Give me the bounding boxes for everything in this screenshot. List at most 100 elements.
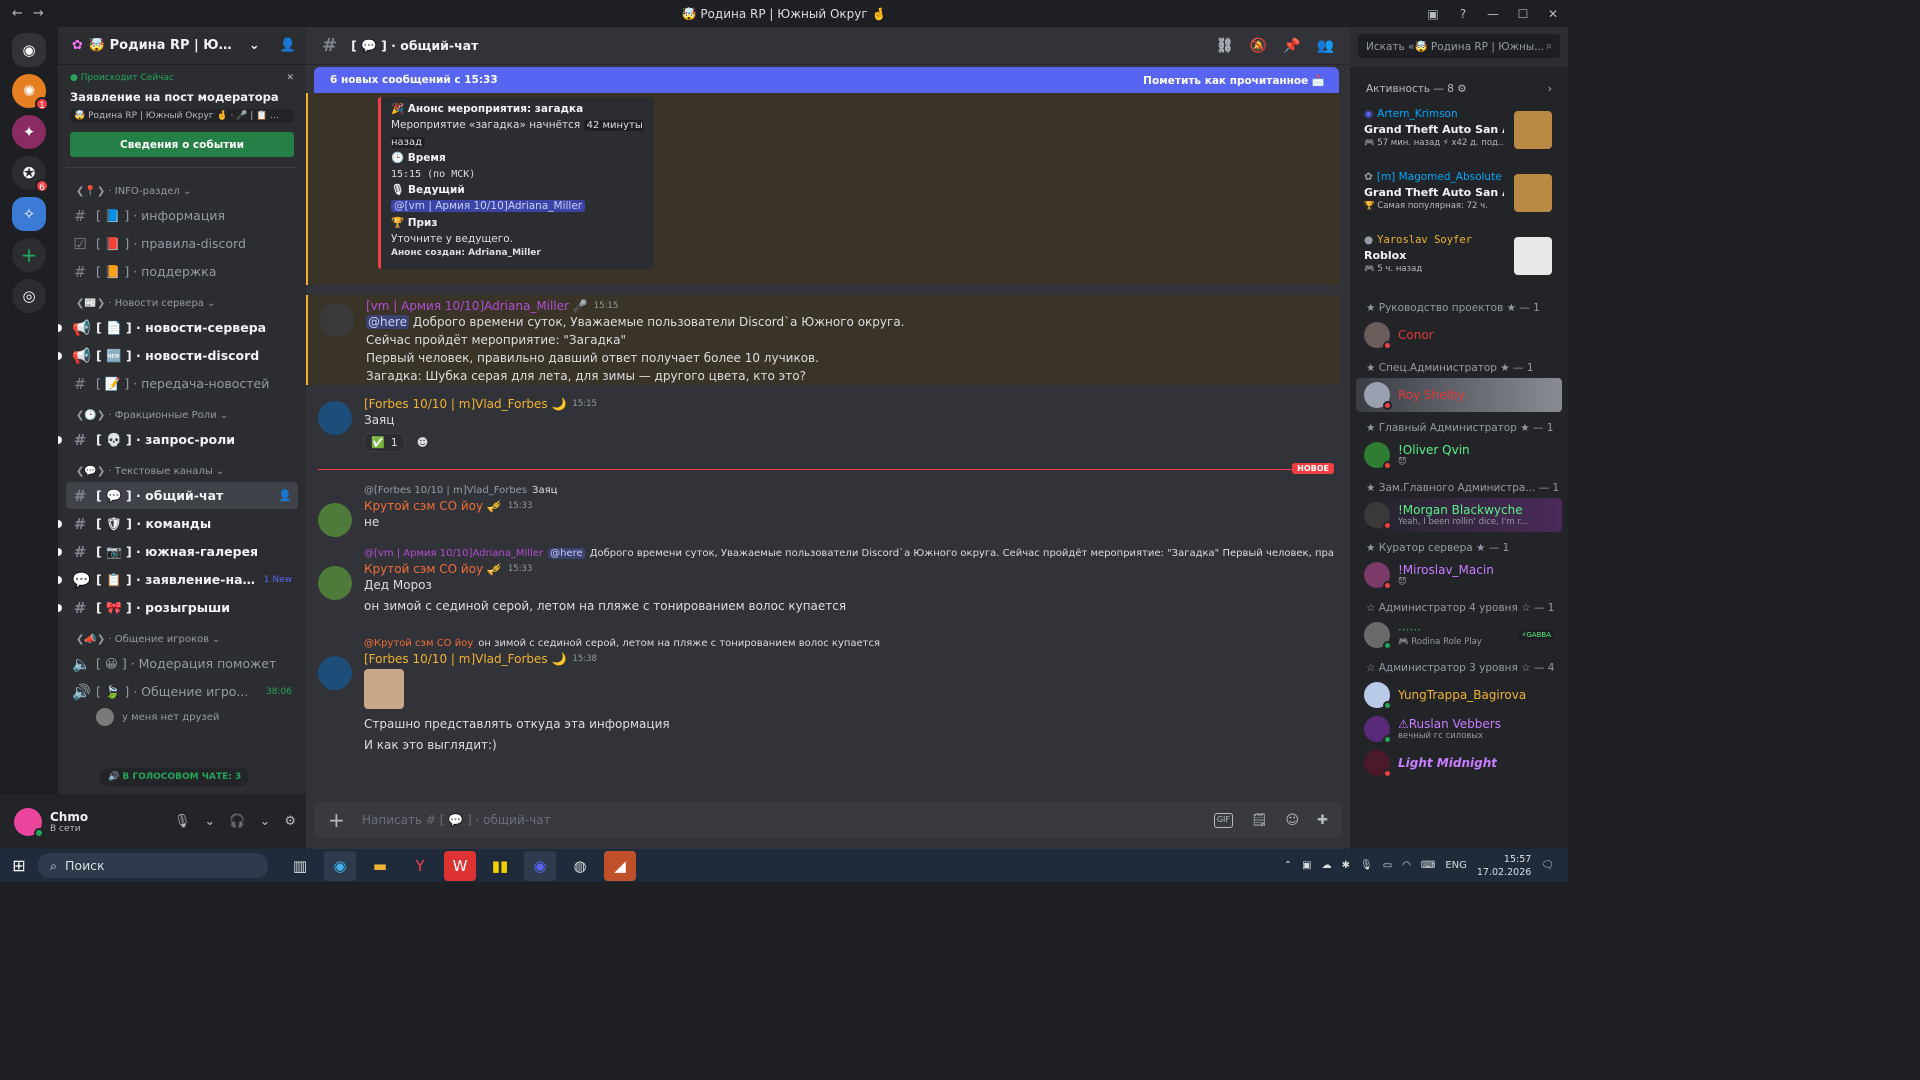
event-details-button[interactable]: Сведения о событии (70, 132, 294, 157)
threads-icon[interactable]: ⛓ (1216, 38, 1234, 54)
message-author[interactable]: [Forbes 10/10 | m]Vlad_Forbes 🌙 (364, 652, 566, 666)
headset-icon[interactable]: 🎧 (229, 814, 245, 829)
composer-placeholder[interactable]: Написать # [ 💬 ] · общий-чат (362, 813, 551, 827)
message-composer[interactable]: + Написать # [ 💬 ] · общий-чат GIF 🗒 ☺ ✚ (314, 802, 1342, 838)
category-faction[interactable]: ❮🕒❯ · Фракционные Роли ⌄ (58, 398, 306, 425)
chevron-down-icon[interactable]: ⌄ (204, 814, 215, 829)
category-text[interactable]: ❮💬❯ · Текстовые каналы ⌄ (58, 454, 306, 481)
wps-icon[interactable]: W (444, 850, 476, 881)
app-yellow-icon[interactable]: ▮▮ (484, 851, 516, 881)
pin-icon[interactable]: 📌 (1283, 38, 1300, 54)
activity-card[interactable]: ✿ [m] Magomed_Absolute Grand Theft Auto S… (1358, 166, 1560, 222)
windows-start-icon[interactable]: ⊞ (0, 856, 38, 875)
channel-role-request[interactable]: # [ 💀 ] · запрос-роли (58, 426, 298, 453)
mark-read-button[interactable]: Пометить как прочитанное 📩 (1143, 74, 1325, 87)
message-author[interactable]: [vm | Армия 10/10]Adriana_Miller 🎤 (366, 299, 588, 313)
invite-icon[interactable]: 👤 (278, 489, 292, 502)
member-item[interactable]: YungTrappa_Bagirova (1356, 678, 1562, 712)
image-attachment[interactable] (364, 669, 404, 709)
task-view-icon[interactable]: ▥ (284, 851, 316, 881)
message-author[interactable]: [Forbes 10/10 | m]Vlad_Forbes 🌙 (364, 397, 566, 411)
inbox-icon[interactable]: ▣ (1418, 7, 1448, 21)
member-item[interactable]: Conor (1356, 318, 1562, 352)
avatar[interactable] (318, 401, 352, 435)
back-arrow-icon[interactable]: ← (12, 6, 23, 21)
avatar[interactable] (318, 656, 352, 690)
file-explorer-icon[interactable]: ▬ (364, 851, 396, 881)
member-item[interactable]: ······ 🎮 Rodina Role Play ⚡GABBA (1356, 618, 1562, 652)
wifi-icon[interactable]: ◠ (1402, 860, 1411, 871)
voice-chat-pill[interactable]: 🔊 В ГОЛОСОВОМ ЧАТЕ: 3 (100, 768, 250, 786)
server-header[interactable]: ✿ 🤯 Родина RP | Южный ... ⌄ 👤 (58, 27, 306, 65)
forward-arrow-icon[interactable]: → (33, 6, 44, 21)
keyboard-icon[interactable]: ⌨ (1421, 860, 1435, 871)
tray-chevron-up-icon[interactable]: ⌃ (1284, 860, 1292, 871)
server-rodina-icon[interactable]: ✧ (12, 197, 46, 231)
channel-news-transfer[interactable]: # [ 📝 ] · передача-новостей (66, 370, 298, 397)
message-author[interactable]: Крутой сэм СО йоу 🎺 (364, 499, 502, 513)
tray-network-icon[interactable]: ☁ (1322, 860, 1332, 871)
reply-preview[interactable]: @[vm | Армия 10/10]Adriana_Miller @here Д… (364, 545, 1334, 562)
activity-card[interactable]: ◉Artem_Krimson Grand Theft Auto San Andr… (1358, 103, 1560, 159)
member-item[interactable]: Light Midnight (1356, 746, 1562, 780)
notification-bell-icon[interactable]: 🔕 (1250, 38, 1267, 54)
channel-application[interactable]: 💬 [ 📋 ] · заявление-на-п... 1 New (58, 566, 298, 593)
chevron-down-icon[interactable]: ⌄ (259, 814, 270, 829)
chevron-down-icon[interactable]: ⌄ (249, 38, 260, 53)
add-server-icon[interactable]: + (12, 238, 46, 272)
battery-icon[interactable]: ▭ (1383, 860, 1392, 871)
add-reaction-icon[interactable]: ☻ (411, 433, 434, 452)
bluetooth-icon[interactable]: ✱ (1342, 860, 1350, 871)
channel-support[interactable]: # [ 📙 ] · поддержка (66, 258, 298, 285)
voice-channel-moderation[interactable]: 🔈 [ 😀 ] · Модерация поможет (66, 650, 298, 677)
close-icon[interactable]: ✕ (286, 73, 294, 83)
server-anime-icon[interactable]: ✦ (12, 115, 46, 149)
settings-gear-icon[interactable]: ⚙ (284, 814, 296, 829)
channel-general[interactable]: # [ 💬 ] · общий-чат 👤 (66, 482, 298, 509)
edge-icon[interactable]: ◉ (324, 850, 356, 881)
member-list-icon[interactable]: 👥 (1317, 38, 1334, 54)
emoji-icon[interactable]: ☺ (1286, 813, 1300, 828)
category-players[interactable]: ❮📣❯ · Общение игроков ⌄ (58, 622, 306, 649)
taskbar-search[interactable]: ⌕ Поиск (38, 853, 268, 878)
search-input[interactable]: Искать «🤯 Родина RP | Южны... ⌕ (1358, 34, 1560, 58)
voice-channel-players[interactable]: 🔊 [ 🍃 ] · Общение игро... 38:06 (66, 678, 298, 705)
help-icon[interactable]: ? (1448, 7, 1478, 21)
avatar[interactable] (14, 807, 44, 838)
reaction-checkmark[interactable]: ✅ 1 (364, 433, 405, 452)
invite-icon[interactable]: 👤 (280, 38, 296, 53)
channel-teams[interactable]: # [ 🛡 ] · команды (58, 510, 298, 537)
member-item[interactable]: !Miroslav_Macin 😈 (1356, 558, 1562, 592)
member-item[interactable]: !Oliver Qvin 😈 (1356, 438, 1562, 472)
channel-gallery[interactable]: # [ 📷 ] · южная-галерея (58, 538, 298, 565)
app-circle-icon[interactable]: ◍ (564, 851, 596, 881)
mic-tray-icon[interactable]: 🎙 (1360, 860, 1373, 871)
member-item[interactable]: Roy Shelby (1356, 378, 1562, 412)
activity-card[interactable]: ● Yaroslav Soyfer Roblox 🎮 5 ч. назад (1358, 229, 1560, 285)
host-mention[interactable]: @[vm | Армия 10/10]Adriana_Miller (391, 200, 586, 213)
microphone-icon[interactable]: 🎙 (174, 814, 191, 829)
apps-icon[interactable]: ✚ (1317, 813, 1328, 828)
tray-app-icon[interactable]: ▣ (1302, 860, 1311, 871)
clock[interactable]: 15:57 17.02.2026 (1477, 853, 1531, 879)
app-game-icon[interactable]: ◢ (604, 850, 636, 881)
avatar[interactable] (320, 303, 354, 337)
discord-home-icon[interactable]: ◉ (12, 33, 46, 67)
here-mention[interactable]: @here (366, 315, 410, 329)
member-item[interactable]: !Morgan Blackwyche Yeah, I been rollin' d… (1356, 498, 1562, 532)
gif-icon[interactable]: GIF (1213, 812, 1234, 828)
discover-icon[interactable]: ◎ (12, 279, 46, 313)
reply-preview[interactable]: @[Forbes 10/10 | m]Vlad_Forbes Заяц (364, 482, 1334, 499)
sticker-icon[interactable]: 🗒 (1251, 813, 1268, 828)
category-info[interactable]: ❮📍❯ · INFO-раздел ⌄ (58, 174, 306, 201)
chevron-right-icon[interactable]: › (1548, 83, 1552, 95)
channel-rules[interactable]: ☑ [ 📕 ] · правила-discord (66, 230, 298, 257)
avatar[interactable] (318, 503, 352, 537)
maximize-button[interactable]: ☐ (1508, 7, 1538, 21)
minimize-button[interactable]: — (1478, 7, 1508, 21)
voice-user[interactable]: у меня нет друзей (58, 706, 306, 728)
close-button[interactable]: ✕ (1538, 7, 1568, 21)
attach-plus-icon[interactable]: + (328, 808, 348, 832)
category-news[interactable]: ❮📰❯ · Новости сервера ⌄ (58, 286, 306, 313)
server-circle-icon[interactable]: ✪ 6 (12, 156, 49, 193)
